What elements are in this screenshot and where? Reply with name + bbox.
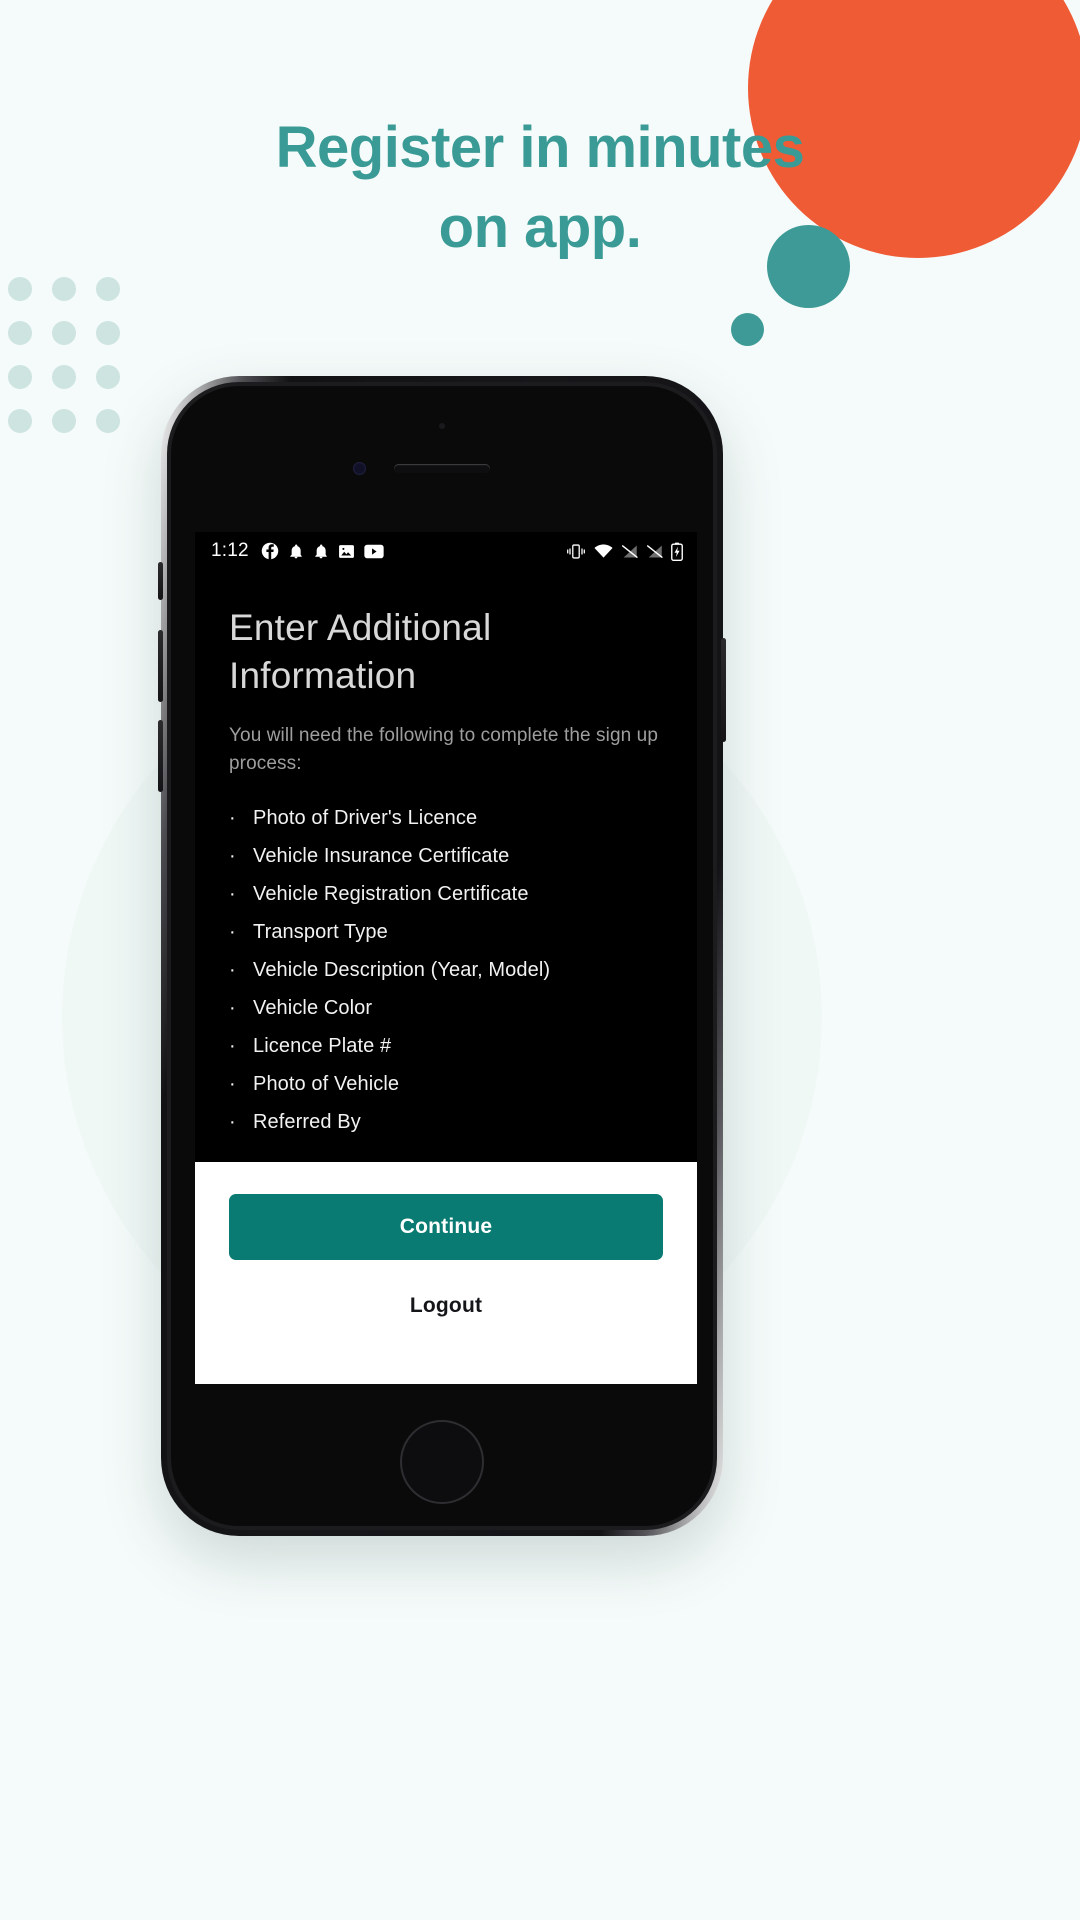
list-item-label: Vehicle Registration Certificate — [253, 883, 529, 906]
bottom-action-sheet: Continue Logout — [195, 1162, 697, 1384]
list-item: · Vehicle Color — [229, 989, 663, 1027]
wifi-icon — [594, 544, 613, 558]
promo-headline: Register in minutes on app. — [0, 108, 1080, 268]
requirements-list: · Photo of Driver's Licence · Vehicle In… — [229, 799, 663, 1141]
no-sim-signal-icon — [646, 544, 663, 558]
status-bar-clock: 1:12 — [211, 540, 249, 561]
list-item-label: Photo of Driver's Licence — [253, 807, 478, 830]
list-item: · Referred By — [229, 1103, 663, 1141]
notification-bell-icon — [290, 544, 302, 559]
no-signal-icon — [621, 544, 638, 558]
grid-dot — [8, 277, 32, 301]
youtube-icon — [364, 544, 384, 558]
list-item: · Licence Plate # — [229, 1027, 663, 1065]
grid-dot — [96, 409, 120, 433]
list-item-label: Transport Type — [253, 921, 388, 944]
grid-dot — [8, 321, 32, 345]
bullet-icon: · — [229, 1073, 236, 1096]
phone-volume-up-button — [158, 630, 163, 702]
bullet-icon: · — [229, 959, 236, 982]
vibrate-icon — [567, 543, 585, 559]
phone-power-button — [721, 638, 726, 742]
status-bar: 1:12 — [195, 532, 697, 570]
grid-dot — [52, 409, 76, 433]
list-item-label: Vehicle Description (Year, Model) — [253, 959, 551, 982]
list-item-label: Licence Plate # — [253, 1035, 392, 1058]
status-bar-right — [566, 542, 683, 561]
facebook-icon — [261, 542, 279, 560]
list-item: · Vehicle Description (Year, Model) — [229, 951, 663, 989]
grid-dot — [96, 321, 120, 345]
bullet-icon: · — [229, 1111, 236, 1134]
bullet-icon: · — [229, 845, 236, 868]
phone-screen: 1:12 Enter Additional Information You wi… — [195, 532, 697, 1384]
image-icon — [338, 544, 354, 558]
teal-circle-small-decoration — [731, 313, 764, 346]
front-camera-icon — [353, 462, 366, 475]
grid-dot — [52, 321, 76, 345]
dot-grid-decoration — [8, 277, 140, 453]
bullet-icon: · — [229, 1035, 236, 1058]
list-item-label: Vehicle Color — [253, 997, 373, 1020]
phone-face: 1:12 Enter Additional Information You wi… — [171, 386, 713, 1526]
grid-dot — [8, 365, 32, 389]
grid-dot — [52, 365, 76, 389]
logout-button[interactable]: Logout — [229, 1294, 663, 1318]
proximity-sensor-icon — [439, 423, 445, 429]
home-button[interactable] — [400, 1420, 484, 1504]
grid-dot — [96, 277, 120, 301]
grid-dot — [52, 277, 76, 301]
bullet-icon: · — [229, 921, 236, 944]
page-title: Enter Additional Information — [229, 607, 492, 697]
list-item: · Transport Type — [229, 913, 663, 951]
list-item: · Vehicle Insurance Certificate — [229, 837, 663, 875]
list-item-label: Photo of Vehicle — [253, 1073, 400, 1096]
phone-silent-switch — [158, 562, 163, 600]
earpiece-speaker — [394, 464, 490, 473]
list-item: · Vehicle Registration Certificate — [229, 875, 663, 913]
list-item-label: Referred By — [253, 1111, 361, 1134]
page-subtitle: You will need the following to complete … — [229, 725, 659, 774]
promo-headline-line1: Register in minutes — [275, 115, 805, 180]
notification-bell-outline-icon — [315, 544, 327, 559]
battery-charging-icon — [671, 542, 683, 561]
grid-dot — [96, 365, 120, 389]
phone-bezel: 1:12 Enter Additional Information You wi… — [167, 382, 717, 1530]
phone-mockup: 1:12 Enter Additional Information You wi… — [158, 376, 726, 1536]
status-bar-left: 1:12 — [211, 540, 384, 562]
phone-volume-down-button — [158, 720, 163, 792]
list-item-label: Vehicle Insurance Certificate — [253, 845, 510, 868]
list-item: · Photo of Vehicle — [229, 1065, 663, 1103]
list-item: · Photo of Driver's Licence — [229, 799, 663, 837]
bullet-icon: · — [229, 807, 236, 830]
continue-button[interactable]: Continue — [229, 1194, 663, 1260]
promo-headline-line2: on app. — [438, 195, 642, 261]
grid-dot — [8, 409, 32, 433]
bullet-icon: · — [229, 883, 236, 906]
bullet-icon: · — [229, 997, 236, 1020]
